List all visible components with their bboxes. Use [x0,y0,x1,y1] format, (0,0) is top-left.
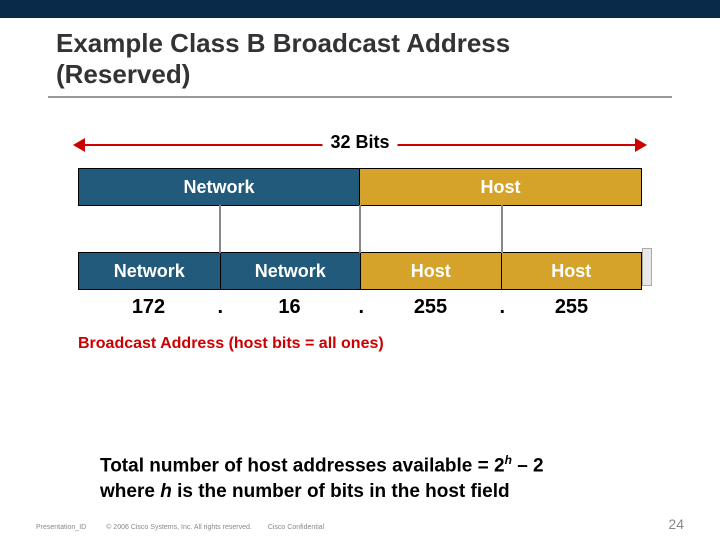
octet-value-1: 172 . [78,296,219,319]
formula-part: – 2 [512,456,544,477]
bits-width-indicator: 32 Bits [78,126,642,162]
value-text: 255 [414,296,447,318]
copyright: © 2006 Cisco Systems, Inc. All rights re… [106,524,252,531]
octet-value-4: 255 [501,296,642,319]
address-bar-top: Network Host [78,168,642,206]
octet-value-2: 16 . [219,296,360,319]
broadcast-caption: Broadcast Address (host bits = all ones) [78,335,642,353]
watermark-tab [642,248,652,286]
divider-line [501,205,503,253]
formula-part: where [100,481,160,502]
octet-network-2: Network [220,253,361,289]
top-stripe [0,0,720,18]
value-text: 255 [555,296,588,318]
presentation-id: Presentation_ID [36,524,86,531]
host-segment: Host [360,169,641,205]
formula-variable: h [160,481,172,502]
value-text: 172 [132,296,165,318]
slide-title: Example Class B Broadcast Address (Reser… [0,18,720,92]
title-line-2: (Reserved) [56,59,190,89]
divider-line [359,205,361,253]
octet-network-1: Network [79,253,220,289]
octet-host-1: Host [360,253,501,289]
network-segment: Network [79,169,360,205]
title-underline [48,96,672,98]
formula-part: is the number of bits in the host field [172,481,510,502]
formula-part: Total number of host addresses available… [100,456,505,477]
formula-exponent: h [505,453,512,467]
title-line-1: Example Class B Broadcast Address [56,28,510,58]
octet-value-3: 255 . [360,296,501,319]
confidential-label: Cisco Confidential [268,524,324,531]
value-text: 16 [278,296,300,318]
octet-dividers [78,206,642,252]
divider-line [219,205,221,253]
bits-label: 32 Bits [322,132,397,153]
address-bar-octets: Network Network Host Host [78,252,642,290]
arrow-left-icon [73,138,85,152]
formula-text: Total number of host addresses available… [100,452,720,505]
address-values: 172 . 16 . 255 . 255 [78,296,642,319]
diagram: 32 Bits Network Host Network Network Hos… [48,126,672,426]
footer: Presentation_ID © 2006 Cisco Systems, In… [0,516,720,532]
arrow-right-icon [635,138,647,152]
page-number: 24 [668,516,684,532]
octet-host-2: Host [501,253,642,289]
